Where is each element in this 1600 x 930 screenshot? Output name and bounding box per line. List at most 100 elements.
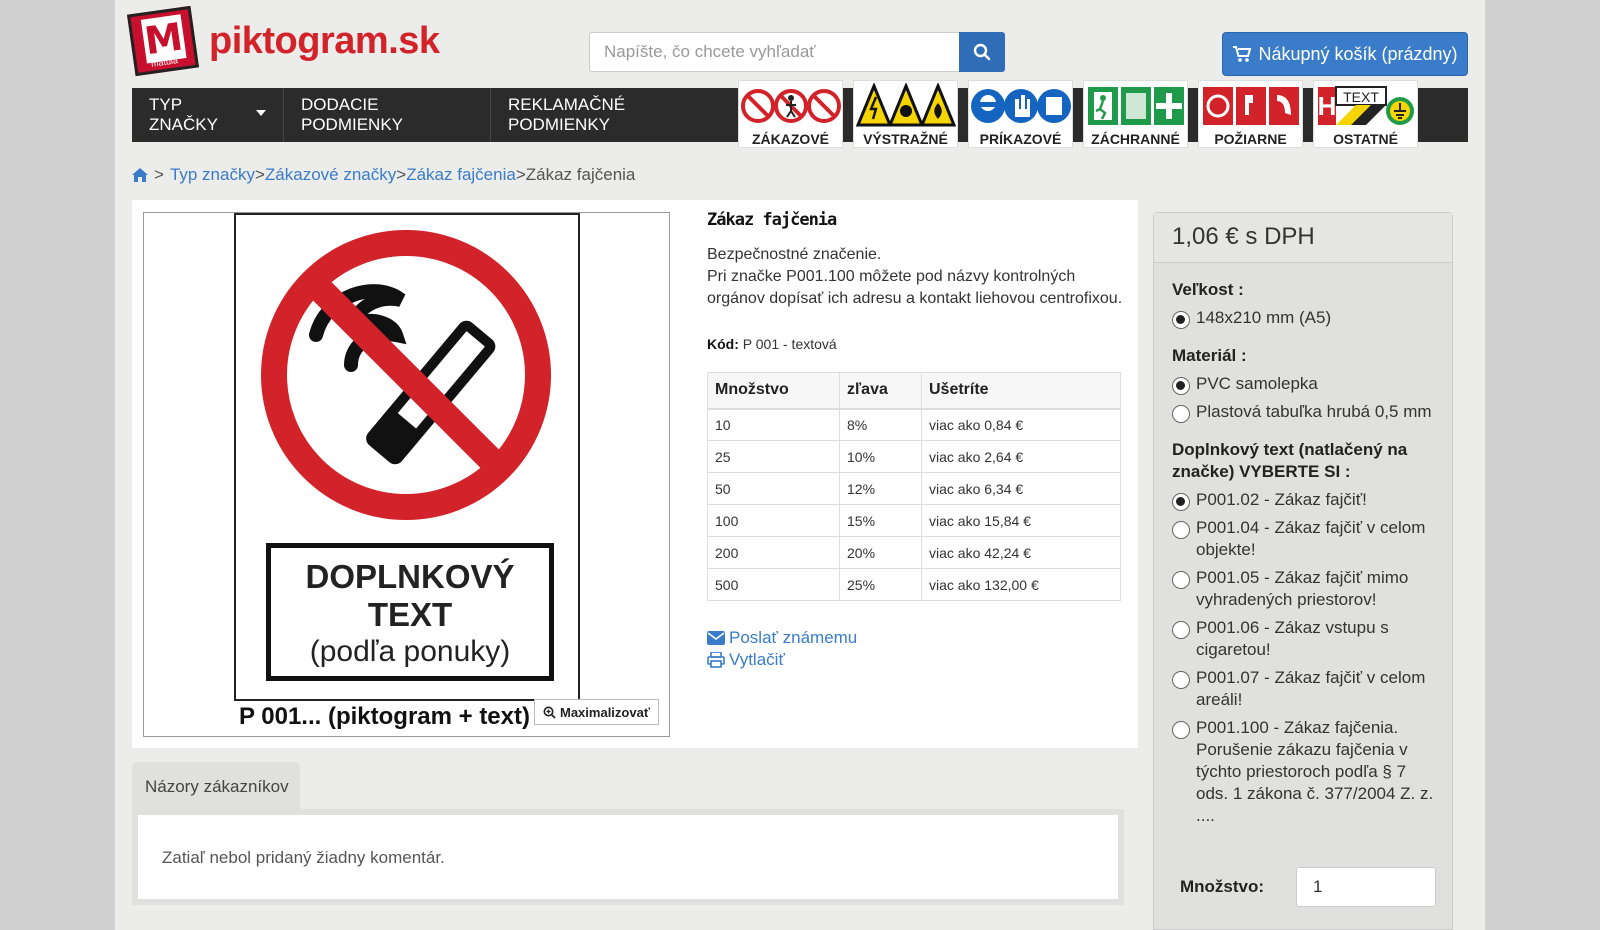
nav-item-delivery-terms[interactable]: DODACIE PODMIENKY: [284, 88, 491, 142]
material-option-pvc[interactable]: PVC samolepka: [1172, 373, 1434, 395]
option-label: Plastová tabuľka hrubá 0,5 mm: [1196, 402, 1432, 421]
size-label: Veľkost :: [1172, 280, 1244, 299]
print-link[interactable]: Vytlačiť: [707, 649, 1127, 671]
breadcrumb-link-sign-type[interactable]: Typ značky: [170, 165, 255, 185]
table-cell: 8%: [839, 408, 922, 441]
category-prohibition[interactable]: ZÁKAZOVÉ: [738, 80, 843, 148]
breadcrumb: > Typ značky > Zákazové značky > Zákaz f…: [132, 165, 635, 185]
table-cell: 25: [707, 440, 840, 473]
text-option[interactable]: P001.02 - Zákaz fajčiť!: [1172, 489, 1434, 511]
breadcrumb-current: Zákaz fajčenia: [525, 165, 636, 184]
cart-label: Nákupný košík (prázdny): [1258, 43, 1458, 64]
product-info: Zákaz fajčenia Bezpečnostné značenie. Pr…: [707, 210, 1127, 671]
description-line: Pri značke P001.100 môžete pod názvy kon…: [707, 268, 1123, 307]
text-option[interactable]: P001.04 - Zákaz fajčiť v celom objekte!: [1172, 517, 1434, 561]
logo-text: piktogram.sk: [209, 19, 440, 62]
text-option[interactable]: P001.05 - Zákaz fajčiť mimo vyhradených …: [1172, 567, 1434, 611]
radio-selected[interactable]: [1172, 377, 1190, 395]
nav-item-complaint-terms[interactable]: REKLAMAČNÉ PODMIENKY: [491, 88, 738, 142]
table-row: 100 15% viac ako 15,84 €: [707, 504, 1121, 537]
reviews-empty-text: Zatiaľ nebol pridaný žiadny komentár.: [138, 815, 1118, 899]
cart-button[interactable]: Nákupný košík (prázdny): [1222, 32, 1468, 76]
tab-customer-reviews[interactable]: Názory zákazníkov: [132, 762, 300, 812]
breadcrumb-link-prohibition-signs[interactable]: Zákazové značky: [265, 165, 396, 185]
rescue-signs-icon: [1084, 81, 1187, 131]
site-logo[interactable]: M matula piktogram.sk: [126, 5, 440, 77]
breadcrumb-separator: >: [396, 165, 407, 184]
table-cell: 200: [707, 536, 840, 569]
svg-text:H: H: [1317, 91, 1336, 121]
product-title: Zákaz fajčenia: [707, 210, 837, 230]
send-to-friend-link[interactable]: Poslať známemu: [707, 627, 1127, 649]
table-cell: 10%: [839, 440, 922, 473]
option-label: 148x210 mm (A5): [1196, 308, 1332, 327]
category-other[interactable]: H TEXT OSTATNÉ: [1313, 80, 1418, 148]
radio-selected[interactable]: [1172, 493, 1190, 511]
product-image[interactable]: DOPLNKOVÝ TEXT (podľa ponuky) P 001... (…: [143, 212, 670, 737]
radio-unselected[interactable]: [1172, 521, 1190, 539]
category-mandatory[interactable]: PRÍKAZOVÉ: [968, 80, 1073, 148]
category-label: POŽIARNE: [1214, 131, 1287, 147]
option-label: P001.04 - Zákaz fajčiť v celom objekte!: [1196, 518, 1426, 559]
option-label: P001.05 - Zákaz fajčiť mimo vyhradených …: [1196, 568, 1409, 609]
fire-signs-icon: [1199, 81, 1302, 131]
radio-unselected[interactable]: [1172, 621, 1190, 639]
category-fire[interactable]: POŽIARNE: [1198, 80, 1303, 148]
option-label: PVC samolepka: [1196, 374, 1318, 393]
table-cell: viac ako 42,24 €: [921, 536, 1121, 569]
category-label: PRÍKAZOVÉ: [979, 131, 1062, 147]
sign-text-line: TEXT: [367, 596, 453, 633]
radio-unselected[interactable]: [1172, 721, 1190, 739]
maximize-button[interactable]: Maximalizovať: [534, 699, 660, 725]
category-rescue[interactable]: ZÁCHRANNÉ: [1083, 80, 1188, 148]
product-description: Bezpečnostné značenie. Pri značke P001.1…: [707, 244, 1127, 310]
table-row: 50 12% viac ako 6,34 €: [707, 472, 1121, 505]
table-row: 25 10% viac ako 2,64 €: [707, 440, 1121, 473]
home-icon[interactable]: [132, 168, 148, 182]
search-button[interactable]: [959, 32, 1005, 72]
zoom-in-icon: [543, 706, 556, 719]
quantity-label: Množstvo:: [1180, 877, 1265, 896]
mandatory-signs-icon: [969, 81, 1072, 131]
print-icon: [707, 652, 725, 668]
search-bar: [589, 32, 1005, 72]
table-row: 200 20% viac ako 42,24 €: [707, 536, 1121, 569]
option-label: P001.02 - Zákaz fajčiť!: [1196, 490, 1367, 509]
text-option[interactable]: P001.06 - Zákaz vstupu s cigaretou!: [1172, 617, 1434, 661]
material-option-plastic[interactable]: Plastová tabuľka hrubá 0,5 mm: [1172, 401, 1434, 423]
quantity-discount-table: Množstvo zľava Ušetríte 10 8% viac ako 0,8…: [707, 372, 1121, 601]
price-display: 1,06 € s DPH: [1154, 213, 1452, 263]
breadcrumb-separator: >: [154, 165, 164, 184]
table-cell: viac ako 2,64 €: [921, 440, 1121, 473]
nav-item-sign-type[interactable]: TYP ZNAČKY: [132, 88, 284, 142]
category-warning[interactable]: VÝSTRAŽNÉ: [853, 80, 958, 148]
other-sign-text: TEXT: [1343, 89, 1379, 105]
description-line: Bezpečnostné značenie.: [707, 246, 882, 263]
material-options: Materiál : PVC samolepka Plastová tabuľk…: [1172, 345, 1434, 423]
product-code: Kód: P 001 - textová: [707, 336, 1127, 352]
category-label: ZÁCHRANNÉ: [1091, 131, 1180, 147]
table-cell: 25%: [839, 568, 922, 601]
send-to-friend-label: Poslať známemu: [729, 628, 858, 647]
size-option[interactable]: 148x210 mm (A5): [1172, 307, 1434, 329]
search-input[interactable]: [589, 32, 959, 72]
radio-selected[interactable]: [1172, 311, 1190, 329]
text-option[interactable]: P001.100 - Zákaz fajčenia. Porušenie zák…: [1172, 717, 1434, 827]
option-label: P001.100 - Zákaz fajčenia. Porušenie zák…: [1196, 718, 1434, 825]
logo-mark: M matula: [126, 5, 200, 77]
radio-unselected[interactable]: [1172, 571, 1190, 589]
radio-unselected[interactable]: [1172, 405, 1190, 423]
text-option[interactable]: P001.07 - Zákaz fajčiť v celom areáli!: [1172, 667, 1434, 711]
radio-unselected[interactable]: [1172, 671, 1190, 689]
product-actions: Poslať známemu Vytlačiť: [707, 627, 1127, 671]
quantity-input[interactable]: [1296, 867, 1436, 907]
category-label: ZÁKAZOVÉ: [752, 131, 829, 147]
maximize-label: Maximalizovať: [560, 704, 651, 720]
size-options: Veľkost : 148x210 mm (A5): [1172, 279, 1434, 329]
column-header: Ušetríte: [921, 372, 1121, 410]
table-cell: viac ako 0,84 €: [921, 408, 1121, 441]
reviews-panel: Zatiaľ nebol pridaný žiadny komentár.: [132, 809, 1124, 905]
breadcrumb-link-no-smoking[interactable]: Zákaz fajčenia: [406, 165, 516, 185]
no-smoking-sign: DOPLNKOVÝ TEXT (podľa ponuky): [234, 213, 580, 701]
image-caption: P 001... (piktogram + text): [239, 703, 530, 730]
